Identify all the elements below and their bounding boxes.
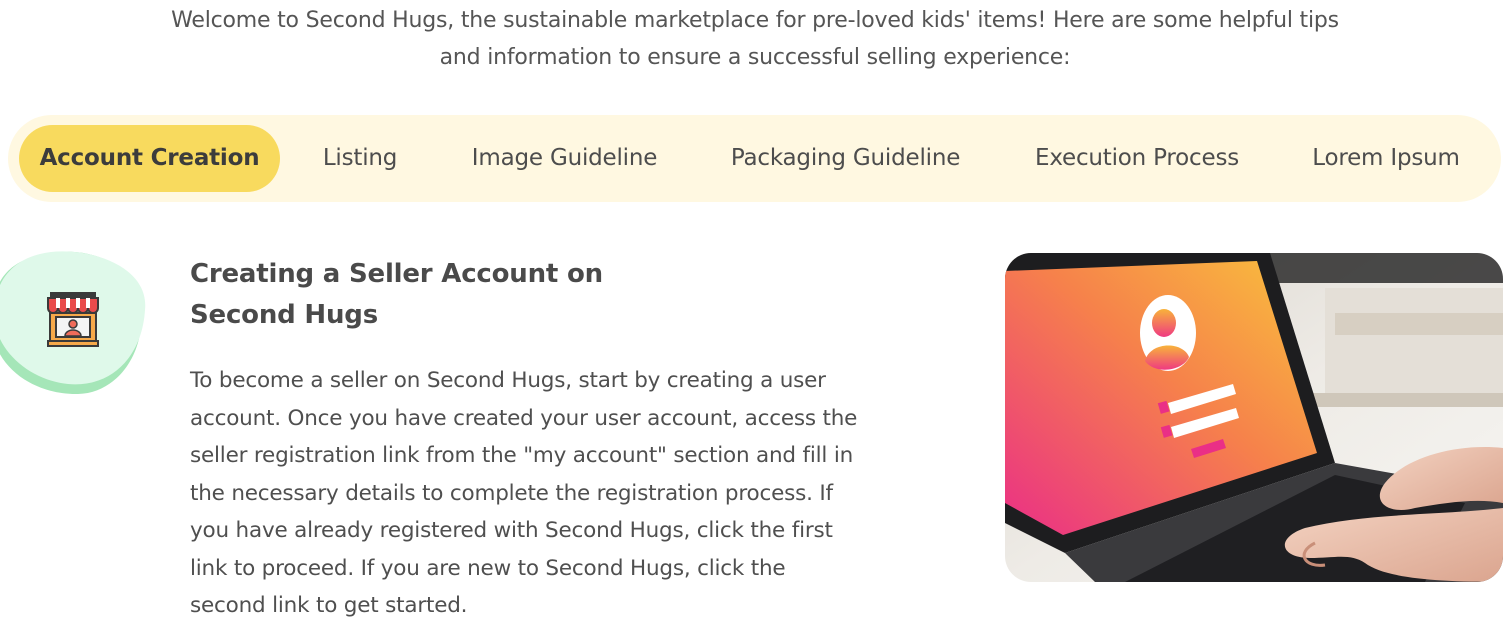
body-line: account. Once you have created your user… xyxy=(190,405,858,431)
body-line: To become a seller on Second Hugs, start… xyxy=(190,368,826,393)
body-line: seller registration link from the "my ac… xyxy=(190,443,854,468)
tab-image-guideline[interactable]: Image Guideline xyxy=(452,125,677,192)
tab-account-creation[interactable]: Account Creation xyxy=(19,125,280,192)
section-body: To become a seller on Second Hugs, start… xyxy=(190,362,910,622)
tab-lorem-ipsum[interactable]: Lorem Ipsum xyxy=(1292,125,1480,192)
body-line: link to proceed. If you are new to Secon… xyxy=(190,555,786,581)
tab-listing[interactable]: Listing xyxy=(296,125,424,192)
tab-execution-process[interactable]: Execution Process xyxy=(1012,125,1262,192)
section-title-line-2: Second Hugs xyxy=(190,300,378,330)
tab-packaging-guideline[interactable]: Packaging Guideline xyxy=(708,125,983,192)
intro-text: Welcome to Second Hugs, the sustainable … xyxy=(120,2,1390,76)
section-title-line-1: Creating a Seller Account on xyxy=(190,259,603,289)
intro-line-1: Welcome to Second Hugs, the sustainable … xyxy=(171,8,1339,33)
intro-line-2: and information to ensure a successful s… xyxy=(439,45,1071,70)
storefront-icon xyxy=(47,292,99,347)
body-line: the necessary details to complete the re… xyxy=(190,480,833,506)
guide-tab-bar: Account Creation Listing Image Guideline… xyxy=(8,115,1501,202)
section-title: Creating a Seller Account on Second Hugs xyxy=(190,254,710,336)
laptop-login-photo xyxy=(1005,253,1503,582)
body-line: you have already registered with Second … xyxy=(190,518,833,543)
section-icon-badge xyxy=(0,248,150,398)
body-line: second link to get started. xyxy=(190,593,468,618)
